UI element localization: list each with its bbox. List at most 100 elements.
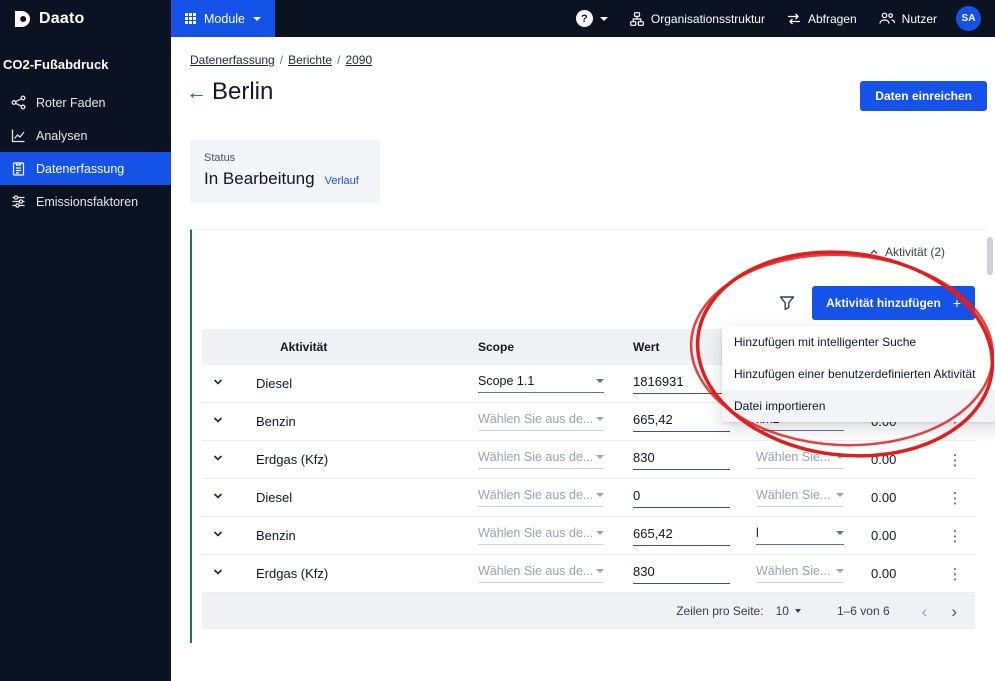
back-arrow-icon[interactable]: ← (186, 82, 207, 103)
row-menu-icon[interactable]: ⋮ (948, 528, 963, 545)
sidebar-item-datenerfassung[interactable]: Datenerfassung (0, 152, 171, 185)
daten-einreichen-button[interactable]: Daten einreichen (860, 81, 987, 111)
einheit-select[interactable]: l (756, 526, 844, 545)
prev-page-icon[interactable]: ‹ (922, 603, 928, 620)
activity-name: Erdgas (Kfz) (256, 566, 329, 581)
daato-logo-icon (15, 10, 30, 27)
status-label: Status (204, 152, 236, 164)
pagination-range: 1–6 von 6 (836, 604, 890, 618)
plus-icon: + (952, 295, 961, 311)
einheit-select[interactable]: Wählen Sie... (756, 488, 844, 507)
chevron-down-icon (596, 455, 604, 459)
module-label: Module (204, 11, 245, 26)
expand-row-icon[interactable] (212, 452, 224, 464)
chevron-down-icon (596, 493, 604, 497)
sidebar-item-roter-faden[interactable]: Roter Faden (0, 86, 171, 119)
co2e-value: 0.00 (871, 528, 897, 543)
scope-select[interactable]: Wählen Sie aus de... (478, 450, 604, 469)
funnel-icon (779, 296, 795, 310)
menu-item-import-file[interactable]: Datei importieren (722, 390, 995, 422)
expand-row-icon[interactable] (212, 414, 224, 426)
daato-logo[interactable]: Daato (0, 0, 171, 37)
rows-per-page-select[interactable]: 10 (776, 604, 801, 618)
breadcrumb: Datenerfassung / Berichte / 2090 (190, 53, 995, 67)
chevron-down-icon (599, 16, 608, 21)
scope-select[interactable]: Wählen Sie aus de... (478, 488, 604, 507)
sliders-icon (12, 195, 25, 208)
menu-item-intelligent-search[interactable]: Hinzufügen mit intelligenter Suche (722, 326, 995, 358)
breadcrumb-separator: / (279, 53, 284, 67)
nav-label: Organisationsstruktur (650, 11, 765, 26)
thread-icon (11, 95, 26, 110)
nav-abfragen[interactable]: Abfragen (776, 0, 868, 37)
scope-select[interactable]: Wählen Sie aus de... (478, 564, 604, 583)
users-icon (879, 12, 895, 24)
nav-label: Abfragen (807, 11, 857, 26)
activity-panel: Aktivität (2) Aktivität hinzufügen + Akt… (190, 229, 987, 643)
nav-nutzer[interactable]: Nutzer (868, 0, 948, 37)
verlauf-link[interactable]: Verlauf (325, 175, 359, 187)
expand-row-icon[interactable] (212, 490, 224, 502)
sidebar-item-label: Emissionsfaktoren (36, 194, 139, 209)
chevron-up-icon (870, 249, 878, 254)
sidebar-item-analysen[interactable]: Analysen (0, 119, 171, 152)
breadcrumb-link-berichte[interactable]: Berichte (288, 53, 332, 67)
add-activity-button[interactable]: Aktivität hinzufügen + (812, 286, 975, 320)
activity-section-toggle[interactable]: Aktivität (2) (869, 245, 945, 259)
wert-input[interactable]: 830 (633, 564, 730, 584)
scope-select[interactable]: Wählen Sie aus de... (478, 526, 604, 545)
sidebar-item-emissionsfaktoren[interactable]: Emissionsfaktoren (0, 185, 171, 218)
expand-row-icon[interactable] (212, 376, 224, 388)
help-icon: ? (575, 10, 593, 27)
wert-input[interactable]: 1816931 (633, 374, 730, 394)
chevron-down-icon (596, 531, 604, 535)
scrollbar-thumb[interactable] (987, 237, 993, 275)
scope-select[interactable]: Scope 1.1 (478, 374, 604, 393)
breadcrumb-link-2090[interactable]: 2090 (345, 53, 372, 67)
row-menu-icon[interactable]: ⋮ (948, 566, 963, 583)
chevron-down-icon (836, 493, 844, 497)
user-avatar[interactable]: SA (956, 6, 981, 31)
grid-icon (185, 13, 196, 24)
wert-input[interactable]: 0 (633, 488, 730, 508)
chevron-down-icon (836, 531, 844, 535)
filter-button[interactable] (779, 295, 795, 311)
row-menu-icon[interactable]: ⋮ (948, 452, 963, 469)
breadcrumb-link-datenerfassung[interactable]: Datenerfassung (190, 53, 275, 67)
co2e-value: 0.00 (871, 490, 897, 505)
rows-per-page-label: Zeilen pro Seite: (676, 604, 764, 618)
page-title: Berlin (212, 78, 274, 105)
header-scope: Scope (478, 340, 515, 354)
sidebar-item-label: Datenerfassung (36, 161, 125, 176)
breadcrumb-separator: / (337, 53, 341, 67)
sidebar-item-label: Analysen (36, 128, 88, 143)
activity-name: Benzin (256, 528, 296, 543)
status-value: In Bearbeitung (204, 169, 315, 188)
chevron-down-icon (596, 417, 604, 421)
table-row: Benzin Wählen Sie aus de... 665,42 l 0.0… (202, 517, 975, 555)
menu-item-custom-activity[interactable]: Hinzufügen einer benutzerdefinierten Akt… (722, 358, 995, 390)
row-menu-icon[interactable]: ⋮ (948, 490, 963, 507)
module-menu-button[interactable]: Module (171, 0, 275, 37)
einheit-select[interactable]: Wählen Sie... (756, 564, 844, 583)
activity-name: Diesel (256, 490, 293, 505)
co2e-value: 0.00 (871, 452, 897, 467)
wert-input[interactable]: 665,42 (633, 526, 730, 546)
brand-name: Daato (39, 9, 85, 27)
next-page-icon[interactable]: › (951, 603, 957, 620)
table-row: Erdgas (Kfz) Wählen Sie aus de... 830 Wä… (202, 555, 975, 593)
wert-input[interactable]: 830 (633, 450, 730, 470)
einheit-select[interactable]: Wählen Sie... (756, 450, 844, 469)
nav-organisationsstruktur[interactable]: Organisationsstruktur (619, 0, 776, 37)
add-activity-menu: Hinzufügen mit intelligenter Suche Hinzu… (722, 326, 995, 422)
table-row: Erdgas (Kfz) Wählen Sie aus de... 830 Wä… (202, 441, 975, 479)
line-chart-icon (11, 129, 25, 143)
help-menu[interactable]: ? (565, 0, 619, 37)
wert-input[interactable]: 665,42 (633, 412, 730, 432)
nav-label: Nutzer (901, 11, 937, 26)
expand-row-icon[interactable] (212, 566, 224, 578)
co2e-value: 0.00 (871, 566, 897, 581)
scope-select[interactable]: Wählen Sie aus de... (478, 412, 604, 431)
expand-row-icon[interactable] (212, 528, 224, 540)
topbar: Daato Module ? Organisationsstruktur Abf… (0, 0, 995, 37)
